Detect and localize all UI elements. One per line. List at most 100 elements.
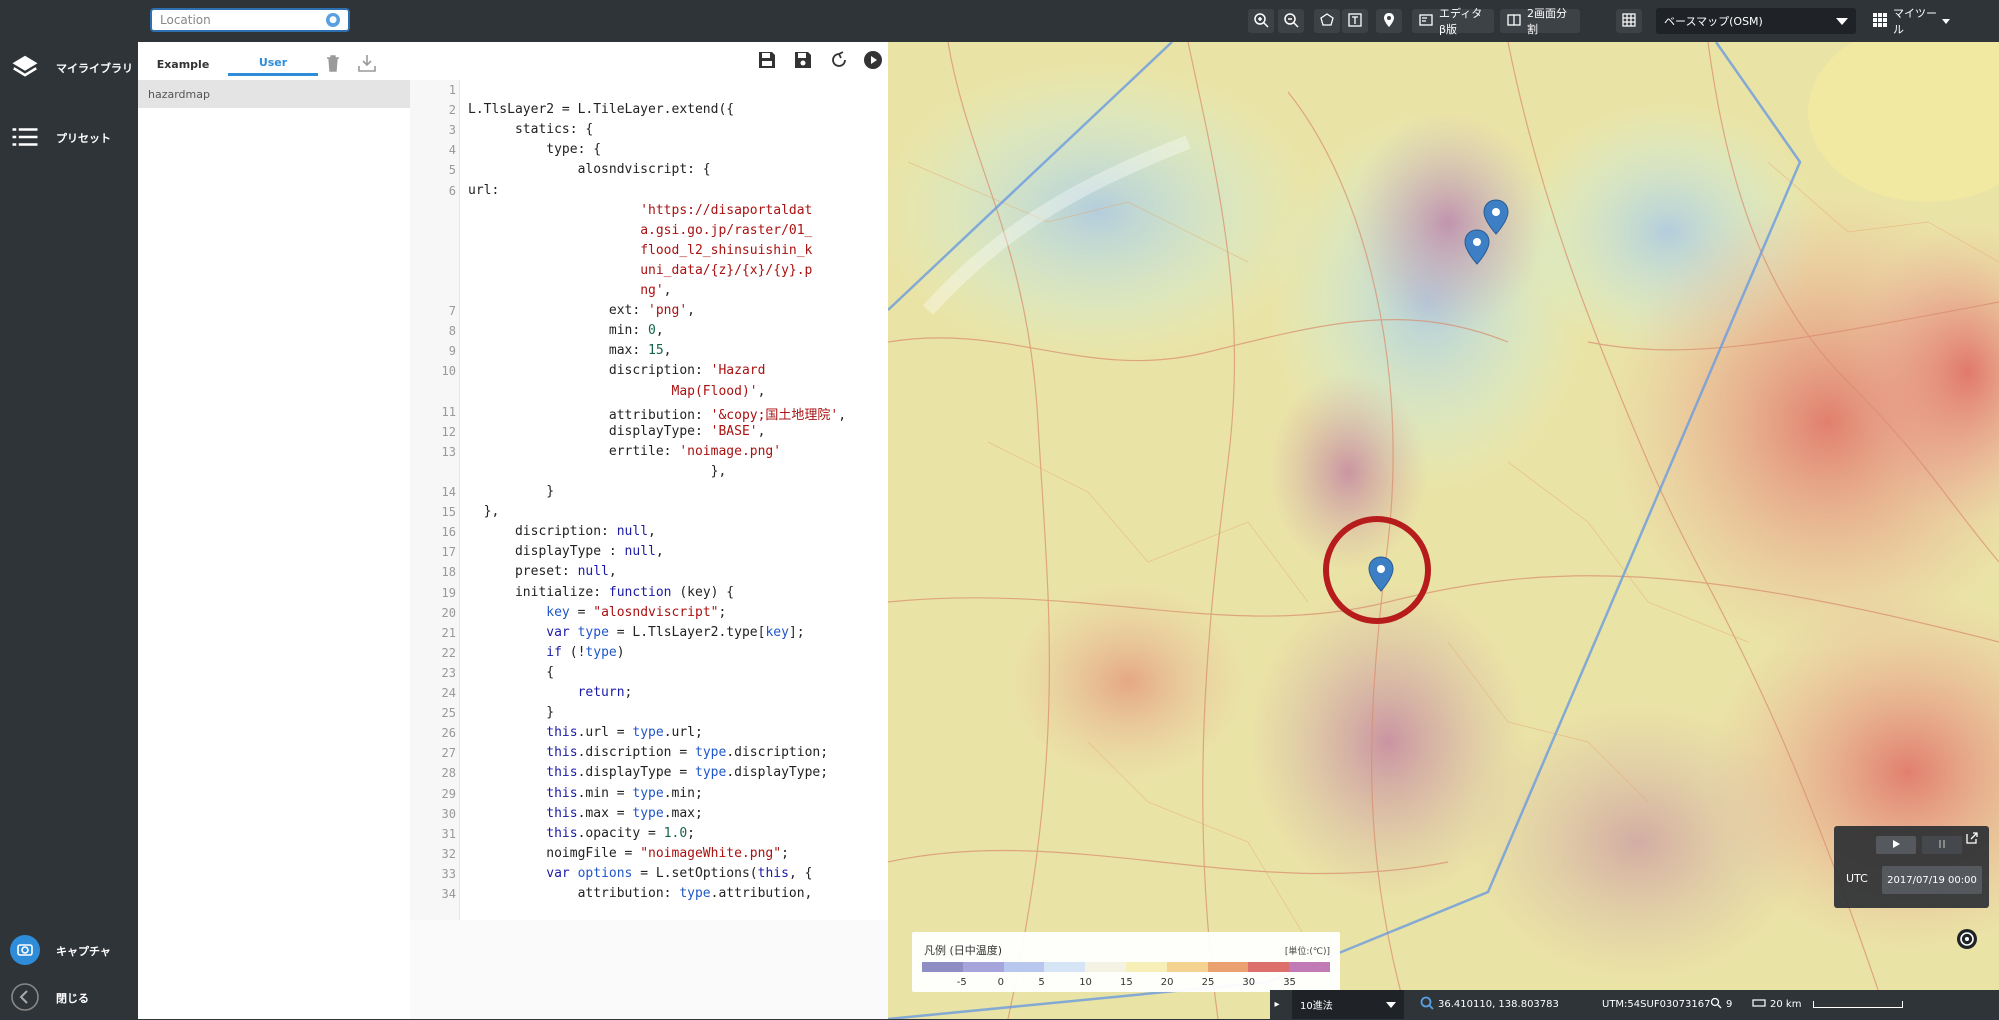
- capture-button[interactable]: キャプチャ: [0, 929, 138, 973]
- locate-me-button[interactable]: [1956, 928, 1978, 950]
- split-label: 2画面分割: [1527, 7, 1567, 36]
- line-number: 8: [448, 324, 456, 339]
- split-icon: [1506, 12, 1522, 31]
- legend-color-bar: [922, 962, 1330, 972]
- trash-icon: [322, 55, 344, 78]
- download-button[interactable]: [356, 52, 378, 74]
- code-line: max: 15,: [468, 343, 672, 359]
- preset-button[interactable]: プリセット: [0, 116, 138, 160]
- line-number: 29: [441, 786, 456, 801]
- editor-button[interactable]: エディタβ版: [1412, 7, 1494, 36]
- line-number: 27: [441, 746, 456, 761]
- line-number: 2: [448, 103, 456, 118]
- editor-label: エディタβ版: [1439, 7, 1483, 36]
- code-line: errtile: 'noimage.png': [468, 443, 782, 459]
- line-number: 5: [448, 163, 456, 178]
- line-number: 17: [441, 545, 456, 560]
- zoom-out-button[interactable]: [1278, 9, 1304, 33]
- save-button[interactable]: [792, 49, 814, 71]
- code-line: L.TlsLayer2 = L.TileLayer.extend({: [468, 102, 735, 118]
- code-line: this.max = type.max;: [546, 805, 703, 821]
- code-line: if (!type): [546, 644, 625, 660]
- play-icon: [1891, 839, 1901, 852]
- line-number: 31: [441, 826, 456, 841]
- code-line: var type = L.TlsLayer2.type[key];: [546, 624, 805, 640]
- line-number: 28: [441, 766, 456, 781]
- time-control-panel: UTC 2017/07/19 00:00: [1834, 826, 1989, 908]
- utm-value: UTM:54SUF03073167: [1602, 999, 1711, 1010]
- legend-color-swatch: [1207, 962, 1249, 972]
- my-tools-button[interactable]: マイツール: [1866, 7, 1956, 36]
- external-link-icon: [1964, 832, 1980, 849]
- zoom-in-icon: [1253, 12, 1269, 31]
- line-number: 9: [448, 344, 456, 359]
- location-placeholder: Location: [160, 13, 211, 27]
- delete-button[interactable]: [322, 52, 344, 74]
- polygon-tool-button[interactable]: [1314, 9, 1340, 33]
- line-number: 25: [441, 706, 456, 721]
- code-line: initialize: function (key) {: [468, 584, 735, 600]
- map-view[interactable]: [888, 42, 1999, 1019]
- legend-color-swatch: [1044, 962, 1086, 972]
- coordinate-format-select[interactable]: 10進法: [1292, 990, 1404, 1019]
- line-number: 19: [441, 585, 456, 600]
- code-line: this.min = type.min;: [546, 785, 703, 801]
- collapse-arrow-icon[interactable]: ▸: [1270, 990, 1284, 1019]
- chevron-down-icon: [1942, 18, 1950, 24]
- reset-button[interactable]: [828, 49, 850, 71]
- line-number: 24: [441, 686, 456, 700]
- line-number: 22: [441, 645, 456, 660]
- legend-tick-label: 10: [1079, 977, 1092, 988]
- code-line: }: [468, 705, 555, 721]
- layers-icon: [10, 52, 40, 85]
- chevron-left-icon: [10, 982, 40, 1015]
- coordinate-search[interactable]: 36.410110, 138.803783: [1420, 990, 1560, 1019]
- line-number: 3: [448, 123, 456, 138]
- line-number: 33: [441, 866, 456, 881]
- code-line: a.gsi.go.jp/raster/01_: [640, 222, 813, 238]
- legend-tick-label: 0: [997, 977, 1004, 988]
- line-number: 20: [441, 605, 456, 620]
- line-number: 6: [448, 183, 456, 198]
- run-button[interactable]: [862, 49, 884, 71]
- code-line: attribution: '&copy;国土地理院',: [468, 407, 847, 423]
- location-search-input[interactable]: Location ●: [150, 8, 350, 32]
- grid-button[interactable]: [1616, 9, 1642, 33]
- pause-button[interactable]: [1922, 836, 1962, 854]
- play-button[interactable]: [1876, 836, 1916, 854]
- search-icon[interactable]: ●: [326, 13, 340, 27]
- external-link-button[interactable]: [1964, 830, 1980, 846]
- split-view-button[interactable]: 2画面分割: [1500, 7, 1580, 36]
- code-line: ng',: [640, 283, 672, 298]
- legend-color-swatch: [1248, 962, 1290, 972]
- tab-example[interactable]: Example: [138, 52, 228, 76]
- legend-color-swatch: [1166, 962, 1208, 972]
- legend-color-swatch: [1125, 962, 1167, 972]
- my-library-label: マイライブラリ: [56, 62, 133, 75]
- basemap-select[interactable]: ベースマップ(OSM): [1656, 8, 1856, 34]
- code-area[interactable]: 1 2 L.TlsLayer2 = L.TileLayer.extend({3 st…: [410, 80, 888, 952]
- zoom-in-button[interactable]: [1248, 9, 1274, 33]
- chevron-down-icon: [1386, 1001, 1396, 1008]
- camera-icon: [10, 934, 40, 968]
- zoom-out-icon: [1283, 12, 1299, 31]
- marker-tool-button[interactable]: [1376, 9, 1402, 33]
- line-number: 21: [441, 625, 456, 640]
- library-item[interactable]: hazardmap: [138, 80, 410, 108]
- line-number: 11: [441, 404, 456, 419]
- grid-icon: [1621, 12, 1637, 31]
- legend-tick-label: 20: [1160, 977, 1174, 988]
- text-tool-button[interactable]: [1342, 9, 1368, 33]
- line-number: 10: [441, 364, 456, 379]
- close-button[interactable]: 閉じる: [0, 976, 138, 1020]
- legend-color-swatch: [1289, 962, 1330, 972]
- code-line: type: {: [468, 142, 602, 158]
- my-library-button[interactable]: マイライブラリ: [0, 46, 138, 90]
- save-as-button[interactable]: [756, 49, 778, 71]
- line-number: 16: [441, 525, 456, 540]
- code-line: },: [468, 504, 500, 520]
- left-navigation: マイライブラリ プリセット キャプチャ 閉じる: [0, 0, 138, 1019]
- datetime-field[interactable]: 2017/07/19 00:00: [1882, 866, 1982, 894]
- tab-user[interactable]: User: [228, 52, 318, 76]
- my-tools-label: マイツール: [1893, 7, 1937, 36]
